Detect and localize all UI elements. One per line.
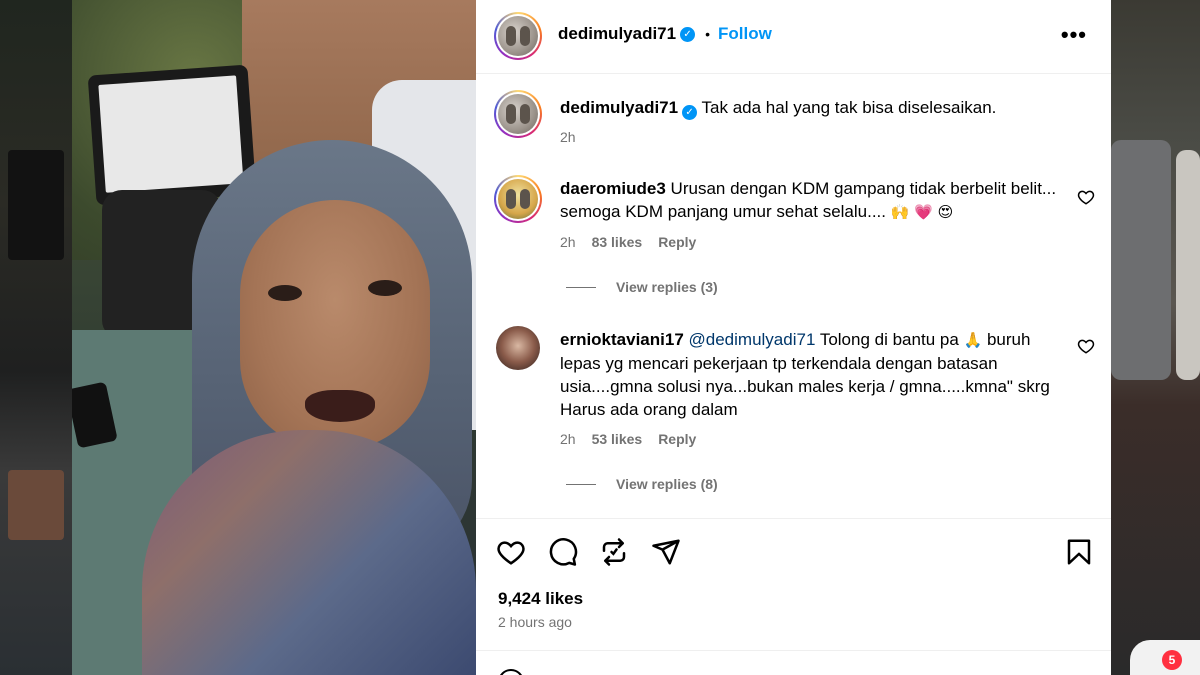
repost-icon[interactable] <box>599 537 629 567</box>
verified-badge-icon: ✓ <box>680 26 696 42</box>
comment-likes[interactable]: 53 likes <box>592 431 643 447</box>
share-send-icon[interactable] <box>651 537 681 567</box>
comment-emoji: 🙏 <box>963 331 983 349</box>
media-eye-right <box>368 280 402 296</box>
caption-time: 2h <box>560 129 576 145</box>
add-comment-bar <box>476 650 1111 675</box>
background-camera <box>8 150 64 260</box>
more-options-icon[interactable]: ••• <box>1061 22 1087 48</box>
replies-divider <box>566 483 596 485</box>
reply-button[interactable]: Reply <box>658 431 696 447</box>
reply-button[interactable]: Reply <box>658 234 696 250</box>
emoji-picker-icon[interactable] <box>498 669 524 675</box>
caption-text: Tak ada hal yang tak bisa diselesaikan. <box>701 98 997 117</box>
comment-text: Tolong di bantu pa <box>819 330 959 349</box>
author-username[interactable]: dedimulyadi71 <box>558 24 676 44</box>
follow-button[interactable]: Follow <box>718 24 772 44</box>
commenter-avatar[interactable] <box>496 326 540 370</box>
like-heart-icon[interactable] <box>496 537 526 567</box>
notification-count-badge: 5 <box>1162 650 1182 670</box>
view-replies-label: View replies (3) <box>616 279 718 295</box>
post-header: dedimulyadi71 ✓ • Follow ••• <box>476 0 1111 74</box>
media-mouth <box>305 390 375 422</box>
post-media[interactable] <box>72 0 476 675</box>
view-replies-button[interactable]: View replies (3) <box>566 279 718 295</box>
commenter-avatar[interactable] <box>494 175 542 223</box>
background-left-feed <box>0 0 72 675</box>
commenter-username[interactable]: ernioktaviani17 <box>560 330 684 349</box>
author-avatar[interactable] <box>494 12 542 60</box>
comment-meta: 2h 53 likes Reply <box>560 431 696 447</box>
like-comment-heart-icon[interactable] <box>1077 188 1095 206</box>
view-replies-label: View replies (8) <box>616 476 718 492</box>
likes-count[interactable]: 9,424 likes <box>498 589 583 609</box>
separator-dot: • <box>705 26 711 42</box>
background-roof <box>8 470 64 540</box>
view-replies-button[interactable]: View replies (8) <box>566 476 718 492</box>
comment-mention[interactable]: @dedimulyadi71 <box>689 330 816 349</box>
comment-time: 2h <box>560 431 576 447</box>
background-person <box>1111 140 1171 380</box>
comment-time: 2h <box>560 234 576 250</box>
action-bar <box>476 518 1111 578</box>
save-bookmark-icon[interactable] <box>1064 537 1094 567</box>
comment-bubble-icon[interactable] <box>548 537 578 567</box>
media-eye-left <box>268 285 302 301</box>
background-person-right <box>1176 150 1200 380</box>
comment-body: daeromiude3 Urusan dengan KDM gampang ti… <box>560 177 1060 224</box>
commenter-username[interactable]: daeromiude3 <box>560 179 666 198</box>
comment-emojis: 🙌 💗 😍 <box>890 203 954 221</box>
header-user: dedimulyadi71 ✓ • Follow <box>558 24 772 44</box>
comment-meta: 2h 83 likes Reply <box>560 234 696 250</box>
verified-badge-icon: ✓ <box>682 105 698 120</box>
post-timestamp[interactable]: 2 hours ago <box>498 614 572 630</box>
comment-likes[interactable]: 83 likes <box>592 234 643 250</box>
comment-body: ernioktaviani17 @dedimulyadi71 Tolong di… <box>560 328 1060 421</box>
background-right-feed <box>1111 0 1200 675</box>
caption-avatar[interactable] <box>494 90 542 138</box>
replies-divider <box>566 286 596 288</box>
like-comment-heart-icon[interactable] <box>1077 337 1095 355</box>
caption-body: dedimulyadi71 ✓ Tak ada hal yang tak bisa… <box>560 97 1080 120</box>
post-panel: dedimulyadi71 ✓ • Follow ••• dedimulyadi… <box>476 0 1111 675</box>
caption-username[interactable]: dedimulyadi71 <box>560 98 678 117</box>
